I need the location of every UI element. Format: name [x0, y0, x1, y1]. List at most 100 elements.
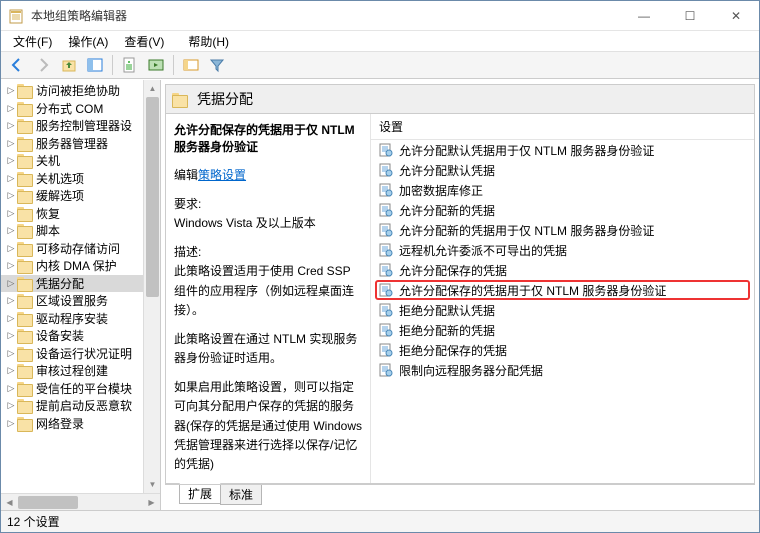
refresh-button[interactable] [144, 53, 168, 77]
export-button[interactable] [179, 53, 203, 77]
tree-node[interactable]: ▷内核 DMA 保护 [1, 257, 160, 275]
folder-icon [17, 329, 33, 342]
expand-icon[interactable]: ▷ [5, 384, 17, 393]
expand-icon[interactable]: ▷ [5, 191, 17, 200]
menu-view[interactable]: 查看(V) [116, 32, 172, 51]
filter-button[interactable] [205, 53, 229, 77]
policy-label: 允许分配默认凭据用于仅 NTLM 服务器身份验证 [399, 142, 654, 159]
tree-node[interactable]: ▷设备运行状况证明 [1, 345, 160, 363]
policy-icon [379, 203, 393, 217]
tab-extended[interactable]: 扩展 [179, 483, 221, 504]
expand-icon[interactable]: ▷ [5, 104, 17, 113]
policy-item[interactable]: 允许分配新的凭据 [371, 200, 754, 220]
folder-icon [172, 93, 188, 106]
policy-item[interactable]: 允许分配新的凭据用于仅 NTLM 服务器身份验证 [371, 220, 754, 240]
policy-item[interactable]: 加密数据库修正 [371, 180, 754, 200]
policy-icon [379, 323, 393, 337]
expand-icon[interactable]: ▷ [5, 244, 17, 253]
policy-item[interactable]: 允许分配保存的凭据用于仅 NTLM 服务器身份验证 [375, 280, 750, 300]
expand-icon[interactable]: ▷ [5, 296, 17, 305]
expand-icon[interactable]: ▷ [5, 349, 17, 358]
folder-icon [17, 399, 33, 412]
menu-file[interactable]: 文件(F) [5, 32, 60, 51]
folder-icon [17, 172, 33, 185]
policy-item[interactable]: 允许分配默认凭据用于仅 NTLM 服务器身份验证 [371, 140, 754, 160]
folder-icon [17, 84, 33, 97]
expand-icon[interactable]: ▷ [5, 331, 17, 340]
close-button[interactable]: ✕ [713, 1, 759, 30]
maximize-button[interactable]: ☐ [667, 1, 713, 30]
description-text-3: 如果启用此策略设置，则可以指定可向其分配用户保存的凭据的服务器(保存的凭据是通过… [174, 378, 362, 474]
tree-node[interactable]: ▷关机 [1, 152, 160, 170]
policy-item[interactable]: 拒绝分配新的凭据 [371, 320, 754, 340]
menu-action[interactable]: 操作(A) [60, 32, 116, 51]
tree-node[interactable]: ▷审核过程创建 [1, 362, 160, 380]
tree-node-label: 缓解选项 [36, 187, 84, 204]
tree-node[interactable]: ▷ 服务控制管理器设 [1, 117, 160, 135]
tree-node[interactable]: ▷ 凭据分配 [1, 275, 160, 293]
tree-node[interactable]: ▷服务器管理器 [1, 135, 160, 153]
policy-label: 拒绝分配保存的凭据 [399, 342, 507, 359]
back-button[interactable] [5, 53, 29, 77]
up-button[interactable] [57, 53, 81, 77]
policy-label: 限制向远程服务器分配凭据 [399, 362, 543, 379]
policy-label: 允许分配保存的凭据 [399, 262, 507, 279]
expand-icon[interactable]: ▷ [5, 86, 17, 95]
tree-node-label: 凭据分配 [36, 275, 84, 292]
expand-icon[interactable]: ▷ [5, 226, 17, 235]
forward-button[interactable] [31, 53, 55, 77]
tree-node[interactable]: ▷ 缓解选项 [1, 187, 160, 205]
tree-node[interactable]: ▷驱动程序安装 [1, 310, 160, 328]
tree-node[interactable]: ▷区域设置服务 [1, 292, 160, 310]
policy-icon [379, 283, 393, 297]
tree-node[interactable]: ▷ 网络登录 [1, 415, 160, 433]
expand-icon[interactable]: ▷ [5, 401, 17, 410]
expand-icon[interactable]: ▷ [5, 261, 17, 270]
policy-item[interactable]: 允许分配保存的凭据 [371, 260, 754, 280]
policy-icon [379, 263, 393, 277]
tree-node[interactable]: ▷ 恢复 [1, 205, 160, 223]
policy-icon [379, 223, 393, 237]
policy-item[interactable]: 允许分配默认凭据 [371, 160, 754, 180]
tree-vscroll[interactable]: ▲▼ [143, 80, 160, 493]
description-column: 允许分配保存的凭据用于仅 NTLM 服务器身份验证 编辑策略设置 要求: Win… [166, 114, 371, 483]
policy-icon [379, 363, 393, 377]
tree-node-label: 受信任的平台模块 [36, 380, 132, 397]
show-hide-tree-button[interactable] [83, 53, 107, 77]
policy-icon [379, 243, 393, 257]
tree-node[interactable]: ▷脚本 [1, 222, 160, 240]
properties-button[interactable] [118, 53, 142, 77]
edit-policy-link[interactable]: 策略设置 [198, 168, 246, 182]
titlebar: 本地组策略编辑器 — ☐ ✕ [1, 1, 759, 31]
policy-item[interactable]: 限制向远程服务器分配凭据 [371, 360, 754, 380]
tree-node[interactable]: ▷关机选项 [1, 170, 160, 188]
tree-node[interactable]: ▷分布式 COM [1, 100, 160, 118]
expand-icon[interactable]: ▷ [5, 121, 17, 130]
tree-hscroll[interactable]: ◀▶ [1, 493, 160, 510]
tree-node-label: 恢复 [36, 205, 60, 222]
tab-standard[interactable]: 标准 [220, 484, 262, 505]
expand-icon[interactable]: ▷ [5, 279, 17, 288]
expand-icon[interactable]: ▷ [5, 174, 17, 183]
expand-icon[interactable]: ▷ [5, 366, 17, 375]
folder-icon [17, 189, 33, 202]
tree-node-label: 服务控制管理器设 [36, 117, 132, 134]
policy-item[interactable]: 拒绝分配保存的凭据 [371, 340, 754, 360]
policy-item[interactable]: 拒绝分配默认凭据 [371, 300, 754, 320]
tree-node[interactable]: ▷设备安装 [1, 327, 160, 345]
policy-item[interactable]: 远程机允许委派不可导出的凭据 [371, 240, 754, 260]
tree-node[interactable]: ▷提前启动反恶意软 [1, 397, 160, 415]
tree-node[interactable]: ▷ 受信任的平台模块 [1, 380, 160, 398]
expand-icon[interactable]: ▷ [5, 419, 17, 428]
expand-icon[interactable]: ▷ [5, 314, 17, 323]
tree-node[interactable]: ▷可移动存储访问 [1, 240, 160, 258]
minimize-button[interactable]: — [621, 1, 667, 30]
list-header[interactable]: 设置 [371, 114, 754, 140]
tree-node[interactable]: ▷访问被拒绝协助 [1, 82, 160, 100]
tree-node-label: 网络登录 [36, 415, 84, 432]
expand-icon[interactable]: ▷ [5, 156, 17, 165]
expand-icon[interactable]: ▷ [5, 209, 17, 218]
expand-icon[interactable]: ▷ [5, 139, 17, 148]
toolbar [1, 51, 759, 79]
menu-help[interactable]: 帮助(H) [180, 32, 237, 51]
